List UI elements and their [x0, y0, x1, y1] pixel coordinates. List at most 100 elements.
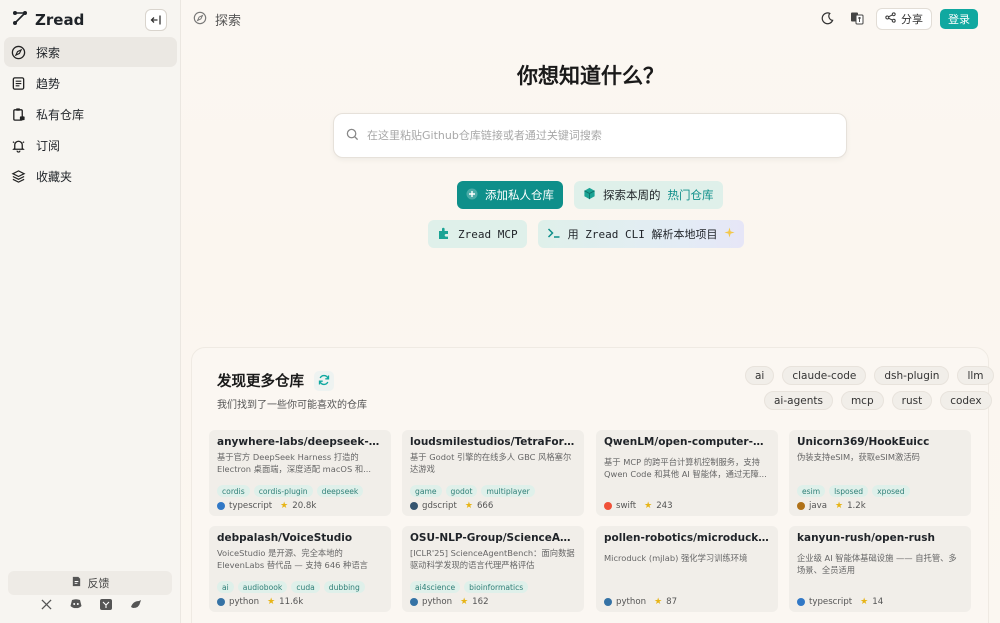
topic-chip[interactable]: rust	[891, 391, 933, 410]
discord-icon[interactable]	[70, 598, 82, 610]
topic-chip[interactable]: claude-code	[782, 366, 867, 385]
repo-tag[interactable]: multiplayer	[481, 485, 535, 497]
search-icon	[346, 126, 359, 145]
sidebar-item-label: 订阅	[36, 138, 61, 153]
repo-card[interactable]: debpalash/VoiceStudio VoiceStudio 是开源、完全本…	[209, 526, 391, 612]
repo-card[interactable]: QwenLM/open-computer-use 基于 MCP 的跨平台计算机控制…	[596, 430, 778, 516]
discover-subtitle: 我们找到了一些你可能喜欢的仓库	[217, 400, 367, 411]
repo-stars: 11.6k	[279, 597, 304, 607]
repo-tag[interactable]: game	[410, 485, 442, 497]
sidebar-nav: 探索 趋势 私有仓库 订阅 收藏夹	[4, 37, 177, 192]
repo-stars: 20.8k	[292, 501, 317, 511]
repo-tags: ai audiobook cuda dubbing	[217, 581, 365, 593]
star-icon: ★	[280, 501, 289, 511]
language-dot-icon	[410, 598, 418, 606]
repo-card[interactable]: pollen-robotics/microduck_rl Microduck (m…	[596, 526, 778, 612]
repo-tag[interactable]: xposed	[872, 485, 910, 497]
topic-chip[interactable]: ai-agents	[764, 391, 833, 410]
search-input[interactable]	[367, 129, 837, 142]
repo-tag[interactable]: ai	[217, 581, 234, 593]
repo-card[interactable]: OSU-NLP-Group/ScienceAgentBench [ICLR'25]…	[402, 526, 584, 612]
repo-name[interactable]: Unicorn369/HookEuicc	[797, 436, 963, 448]
plus-circle-icon	[466, 188, 478, 203]
repo-tag[interactable]: deepseek	[316, 485, 364, 497]
sidebar-item-trending[interactable]: 趋势	[4, 68, 177, 98]
feedback-button[interactable]: 反馈	[8, 571, 172, 595]
star-icon: ★	[654, 597, 663, 607]
compass-icon	[193, 11, 207, 29]
repo-tag[interactable]: cuda	[291, 581, 320, 593]
discover-title: 发现更多仓库	[217, 374, 304, 390]
repo-name[interactable]: pollen-robotics/microduck_rl	[604, 532, 770, 544]
repo-tag[interactable]: cordis	[217, 485, 250, 497]
sidebar-item-explore[interactable]: 探索	[4, 37, 177, 67]
language-dot-icon	[217, 502, 225, 510]
x-icon[interactable]	[40, 598, 52, 610]
hacker-news-icon[interactable]	[100, 598, 112, 610]
repo-stars: 162	[472, 597, 489, 607]
repo-language: python	[616, 597, 647, 607]
repo-stars: 14	[872, 597, 884, 607]
topic-chip[interactable]: codex	[940, 391, 992, 410]
repo-tag[interactable]: cordis-plugin	[253, 485, 313, 497]
zread-mcp-button[interactable]: Zread MCP	[428, 220, 527, 248]
topic-chip[interactable]: mcp	[840, 391, 884, 410]
share-icon	[885, 12, 896, 26]
share-button[interactable]: 分享	[876, 8, 932, 30]
sidebar-item-label: 收藏夹	[36, 169, 73, 184]
language-dot-icon	[797, 598, 805, 606]
zread-cli-label: 用 Zread CLI 解析本地项目	[567, 228, 718, 241]
repo-tags: esim lsposed xposed	[797, 485, 910, 497]
repo-card[interactable]: kanyun-rush/open-rush 企业级 AI 智能体基础设施 —— 自…	[789, 526, 971, 612]
repo-tag[interactable]: godot	[445, 485, 478, 497]
repo-tag[interactable]: esim	[797, 485, 826, 497]
repo-tag[interactable]: ai4science	[410, 581, 461, 593]
collapse-icon	[150, 11, 162, 30]
repo-card[interactable]: Unicorn369/HookEuicc 伪装支持eSIM，获取eSIM激活码 es…	[789, 430, 971, 516]
sidebar-item-label: 私有仓库	[36, 107, 85, 122]
layers-icon	[11, 169, 26, 184]
refresh-icon	[318, 371, 330, 390]
language-dot-icon	[604, 598, 612, 606]
repo-name[interactable]: OSU-NLP-Group/ScienceAgentBench	[410, 532, 576, 544]
topic-chip[interactable]: dsh-plugin	[874, 366, 950, 385]
topic-chip[interactable]: ai	[745, 366, 775, 385]
social-links	[40, 598, 142, 610]
explore-trending-button[interactable]: 探索本周的 热门仓库	[574, 181, 723, 209]
topic-chip[interactable]: llm	[957, 366, 994, 385]
repo-name[interactable]: kanyun-rush/open-rush	[797, 532, 963, 544]
sidebar-item-favorites[interactable]: 收藏夹	[4, 161, 177, 191]
search-box[interactable]	[333, 113, 847, 158]
repo-name[interactable]: QwenLM/open-computer-use	[604, 436, 770, 448]
star-icon: ★	[460, 597, 469, 607]
repo-tag[interactable]: lsposed	[829, 485, 869, 497]
brand-logo[interactable]: Zread	[12, 10, 84, 30]
repo-language: typescript	[809, 597, 853, 607]
repo-meta: python ★ 87	[604, 597, 677, 607]
repo-tag[interactable]: bioinformatics	[464, 581, 529, 593]
repo-tag[interactable]: audiobook	[237, 581, 288, 593]
repo-name[interactable]: anywhere-labs/deepseek-harness	[217, 436, 383, 448]
refresh-button[interactable]	[314, 370, 334, 391]
repo-description: 伪装支持eSIM，获取eSIM激活码	[797, 452, 920, 462]
theme-toggle-button[interactable]	[816, 8, 838, 30]
sidebar-item-label: 趋势	[36, 76, 61, 91]
discover-header: 发现更多仓库	[217, 370, 334, 391]
repo-name[interactable]: loudsmilestudios/TetraForce	[410, 436, 576, 448]
repo-meta: swift ★ 243	[604, 501, 673, 511]
zread-cli-button[interactable]: 用 Zread CLI 解析本地项目	[537, 220, 745, 248]
sidebar-item-private-repos[interactable]: 私有仓库	[4, 99, 177, 129]
repo-name[interactable]: debpalash/VoiceStudio	[217, 532, 383, 544]
clipboard-lock-icon	[11, 107, 26, 122]
repo-card[interactable]: loudsmilestudios/TetraForce 基于 Godot 引擎的在…	[402, 430, 584, 516]
repo-description: VoiceStudio 是开源、完全本地的 ElevenLabs 替代品 — 支…	[217, 548, 368, 570]
login-button[interactable]: 登录	[940, 9, 978, 29]
sidebar-item-subscriptions[interactable]: 订阅	[4, 130, 177, 160]
collapse-sidebar-button[interactable]	[145, 9, 167, 31]
add-private-repo-button[interactable]: 添加私人仓库	[457, 181, 563, 209]
repo-tag[interactable]: dubbing	[323, 581, 365, 593]
repo-stars: 1.2k	[847, 501, 866, 511]
language-toggle-button[interactable]	[846, 8, 868, 30]
repo-card[interactable]: anywhere-labs/deepseek-harness 基于官方 DeepS…	[209, 430, 391, 516]
bird-icon[interactable]	[130, 598, 142, 610]
